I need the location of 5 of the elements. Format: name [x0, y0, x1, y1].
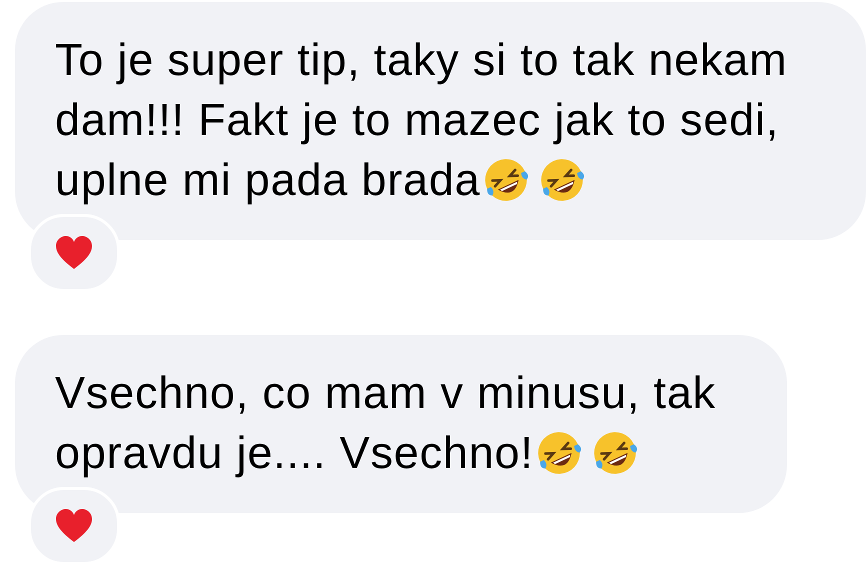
message-text: uplne mi pada brada — [55, 153, 480, 207]
heart-icon — [54, 235, 94, 271]
message-text: Vsechno, co mam v minusu, tak — [55, 366, 717, 420]
heart-icon — [54, 508, 94, 544]
message-text: opravdu je.... Vsechno! — [55, 426, 534, 480]
